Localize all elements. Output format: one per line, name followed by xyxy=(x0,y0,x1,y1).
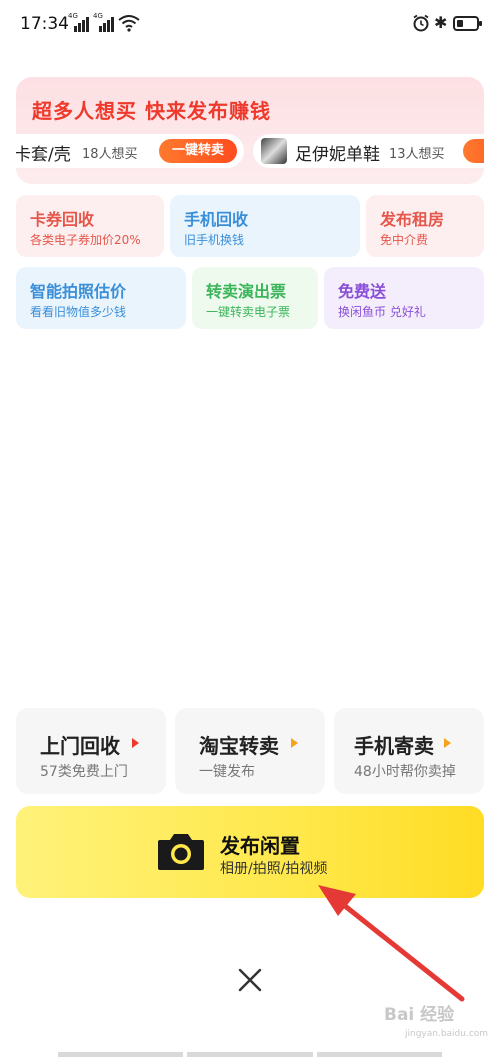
tile-title: 发布租房 xyxy=(380,210,445,229)
arrow-right-icon xyxy=(291,738,298,748)
tile-coupon-recycle[interactable]: 卡券回收 各类电子券加价20% xyxy=(16,195,164,257)
hot-demand-item-count: 18人想买 xyxy=(82,147,138,162)
battery-icon xyxy=(453,16,482,31)
publish-idle-button[interactable]: 发布闲置 相册/拍照/拍视频 xyxy=(16,806,484,898)
tile-title: 智能拍照估价 xyxy=(30,282,127,301)
service-title: 上门回收 xyxy=(40,734,120,758)
hot-demand-item[interactable]: 卡套/壳 18人想买 一键转卖 xyxy=(16,134,244,168)
tile-give-away[interactable]: 免费送 换闲鱼币 兑好礼 xyxy=(324,267,484,329)
watermark-logo: Bai 经验 xyxy=(384,1005,455,1025)
service-subtitle: 一键发布 xyxy=(199,764,255,780)
quick-resell-button[interactable]: 一 xyxy=(463,139,484,163)
tile-title: 卡券回收 xyxy=(30,210,95,229)
tile-subtitle: 看看旧物值多少钱 xyxy=(30,305,127,319)
tile-subtitle: 各类电子券加价20% xyxy=(30,233,141,247)
status-time: 17:34 xyxy=(20,14,69,34)
hot-demand-title: 超多人想买 快来发布赚钱 xyxy=(32,99,271,123)
hot-demand-item-name: 足伊妮单鞋 xyxy=(295,145,380,165)
arrow-right-icon xyxy=(444,738,451,748)
tile-resell-tickets[interactable]: 转卖演出票 一键转卖电子票 xyxy=(192,267,318,329)
watermark-url: jingyan.baidu.com xyxy=(405,1029,489,1039)
hot-demand-banner: 超多人想买 快来发布赚钱 卡套/壳 18人想买 一键转卖 足伊妮单鞋 13人想买… xyxy=(16,77,484,184)
publish-title: 发布闲置 xyxy=(220,834,300,858)
tile-subtitle: 换闲鱼币 兑好礼 xyxy=(338,305,426,319)
status-bar: 17:34 4G 4G ✱ xyxy=(0,0,500,50)
close-icon[interactable] xyxy=(232,962,268,998)
hot-demand-item[interactable]: 足伊妮单鞋 13人想买 一 xyxy=(253,134,484,168)
tile-title: 手机回收 xyxy=(184,210,249,229)
service-home-recycle[interactable]: 上门回收 57类免费上门 xyxy=(16,708,166,794)
signal-icon: 4G xyxy=(68,12,90,32)
tile-subtitle: 旧手机换钱 xyxy=(184,233,245,247)
tile-title: 免费送 xyxy=(338,282,387,301)
quick-resell-button[interactable]: 一键转卖 xyxy=(159,139,237,163)
signal-icon: 4G xyxy=(93,12,115,32)
bottom-indicator xyxy=(58,1052,442,1057)
service-subtitle: 48小时帮你卖掉 xyxy=(354,764,456,780)
tile-subtitle: 免中介费 xyxy=(380,233,429,247)
hot-demand-item-name: 卡套/壳 xyxy=(16,145,71,165)
wifi-icon xyxy=(118,15,140,32)
alarm-icon xyxy=(413,14,429,32)
item-thumbnail xyxy=(261,138,287,164)
tile-photo-valuation[interactable]: 智能拍照估价 看看旧物值多少钱 xyxy=(16,267,186,329)
service-phone-consignment[interactable]: 手机寄卖 48小时帮你卖掉 xyxy=(334,708,484,794)
service-title: 手机寄卖 xyxy=(354,734,434,758)
service-subtitle: 57类免费上门 xyxy=(40,764,128,780)
tile-title: 转卖演出票 xyxy=(206,282,287,301)
tile-subtitle: 一键转卖电子票 xyxy=(206,305,291,319)
camera-icon xyxy=(158,834,204,870)
arrow-right-icon xyxy=(132,738,139,748)
publish-subtitle: 相册/拍照/拍视频 xyxy=(220,861,328,877)
tile-phone-recycle[interactable]: 手机回收 旧手机换钱 xyxy=(170,195,360,257)
bluetooth-icon: ✱ xyxy=(434,13,448,32)
service-title: 淘宝转卖 xyxy=(199,734,279,758)
tile-post-rental[interactable]: 发布租房 免中介费 xyxy=(366,195,484,257)
service-taobao-resell[interactable]: 淘宝转卖 一键发布 xyxy=(175,708,325,794)
hot-demand-item-count: 13人想买 xyxy=(389,147,445,162)
